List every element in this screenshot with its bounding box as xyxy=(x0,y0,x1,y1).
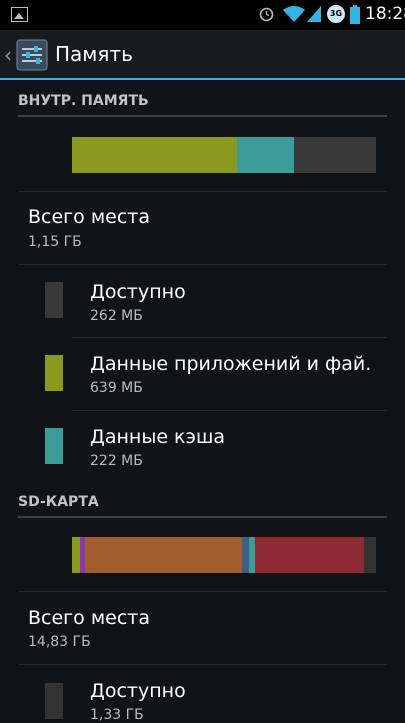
image-notification-icon xyxy=(11,7,28,22)
up-caret-icon[interactable]: ‹ xyxy=(4,43,12,67)
color-swatch xyxy=(45,355,63,391)
usage-segment-cache xyxy=(237,137,294,173)
action-bar: ‹ Память xyxy=(0,30,405,80)
divider xyxy=(72,337,387,338)
divider xyxy=(18,264,387,265)
wifi-icon xyxy=(283,6,305,22)
section-header-sd: SD-КАРТА xyxy=(18,494,387,518)
divider xyxy=(18,664,387,665)
usage-segment-free xyxy=(294,137,376,173)
divider xyxy=(72,410,387,411)
signal-icon xyxy=(307,6,321,22)
settings-icon[interactable] xyxy=(16,39,48,71)
battery-icon xyxy=(350,5,360,24)
internal-usage-bar xyxy=(72,137,376,173)
total-space-label: Всего места xyxy=(28,607,150,629)
item-value: 222 МБ xyxy=(90,453,143,469)
color-swatch xyxy=(45,282,63,318)
total-space-value: 14,83 ГБ xyxy=(28,634,91,650)
divider xyxy=(18,591,387,592)
total-space-label: Всего места xyxy=(28,206,150,228)
section-header-internal: ВНУТР. ПАМЯТЬ xyxy=(18,93,387,117)
sd-usage-bar xyxy=(72,537,376,573)
item-value: 639 МБ xyxy=(90,380,143,396)
item-label: Доступно xyxy=(90,680,186,702)
usage-segment xyxy=(85,537,242,573)
page-title: Память xyxy=(55,42,133,66)
color-swatch xyxy=(45,683,63,719)
color-swatch xyxy=(45,428,63,464)
usage-segment xyxy=(364,537,376,573)
usage-segment-apps xyxy=(72,137,237,173)
usage-segment xyxy=(72,537,80,573)
3g-icon: 3G xyxy=(327,5,345,23)
usage-segment xyxy=(255,537,364,573)
alarm-icon xyxy=(259,7,274,22)
item-label: Доступно xyxy=(90,281,186,303)
item-label: Данные кэша xyxy=(90,426,225,448)
status-bar: 3G 18:28 xyxy=(0,0,405,30)
divider xyxy=(18,191,387,192)
status-time: 18:28 xyxy=(365,4,405,24)
item-value: 1,33 ГБ xyxy=(90,707,144,723)
usage-segment xyxy=(242,537,249,573)
item-value: 262 МБ xyxy=(90,308,143,324)
item-label: Данные приложений и фай. xyxy=(90,353,372,375)
total-space-value: 1,15 ГБ xyxy=(28,234,82,250)
